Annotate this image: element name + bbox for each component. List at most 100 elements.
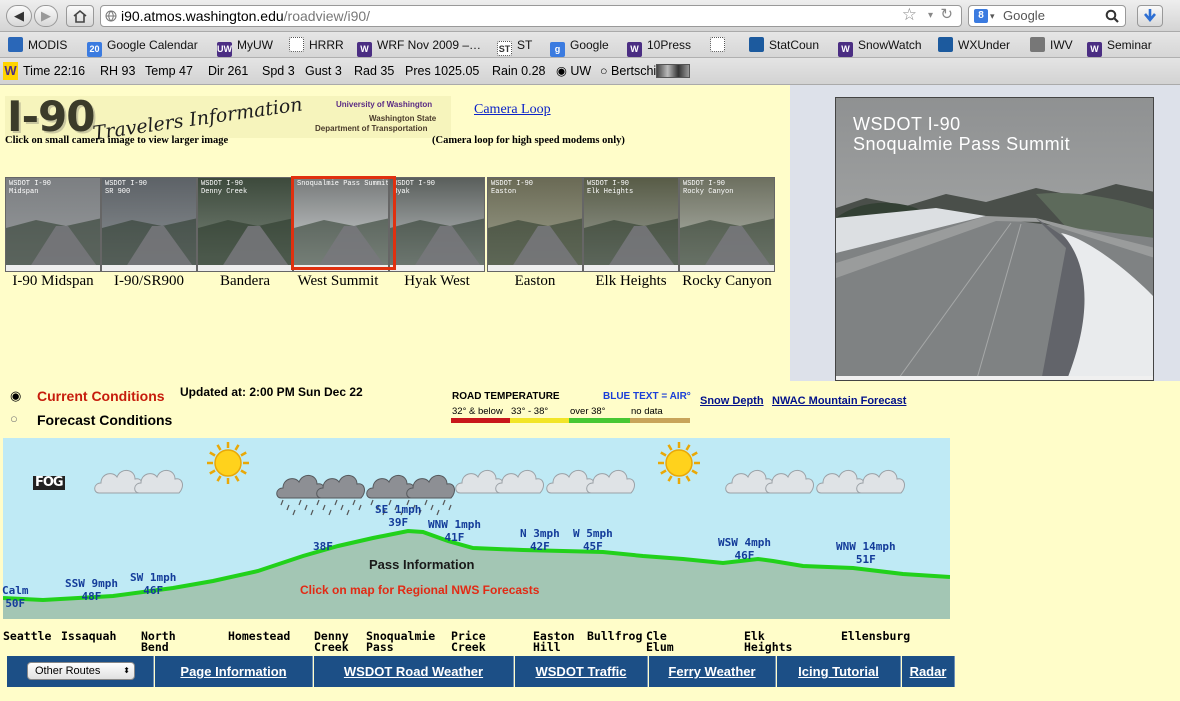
pass-information-label[interactable]: Pass Information bbox=[369, 557, 474, 572]
city-label[interactable]: Bullfrog bbox=[587, 630, 642, 642]
camera-label[interactable]: Easton bbox=[487, 272, 583, 291]
observation-7[interactable]: W 5mph 45F bbox=[573, 527, 613, 553]
wx-gust: Gust 3 bbox=[305, 64, 342, 78]
download-button[interactable] bbox=[1137, 5, 1163, 27]
forward-button[interactable]: ▶ bbox=[34, 5, 58, 27]
observation-wind: WSW 4mph bbox=[718, 536, 771, 549]
bookmark-label: ST bbox=[517, 38, 533, 52]
observation-3[interactable]: 38F bbox=[313, 540, 333, 553]
camera-label[interactable]: I-90 Midspan bbox=[0, 272, 106, 291]
observation-wind: WNW 1mph bbox=[428, 518, 481, 531]
magnifier-icon[interactable] bbox=[1105, 9, 1119, 23]
camera-thumb-elk-heights[interactable]: WSDOT I-90 Elk Heights bbox=[583, 177, 679, 272]
pass-profile-map[interactable]: FOG Pass Information Click on map for Re… bbox=[2, 438, 950, 619]
camera-thumb-hyak-west[interactable]: WSDOT I-90 Hyak bbox=[389, 177, 485, 272]
engine-dropdown-icon[interactable]: ▾ bbox=[990, 6, 995, 26]
wx-time: Time 22:16 bbox=[23, 64, 86, 78]
camera-loop-link[interactable]: Camera Loop bbox=[474, 102, 551, 118]
nav-radar[interactable]: Radar bbox=[902, 656, 955, 687]
observation-2[interactable]: SW 1mph 46F bbox=[130, 571, 176, 597]
nws-forecast-hint[interactable]: Click on map for Regional NWS Forecasts bbox=[300, 583, 539, 597]
bookmark-label: 10Press bbox=[647, 38, 692, 52]
camera-thumb-i-90-midspan[interactable]: WSDOT I-90 Midspan bbox=[5, 177, 101, 272]
city-label[interactable]: Seattle bbox=[3, 630, 51, 642]
webcam-thumbnail[interactable] bbox=[656, 64, 690, 78]
camera-thumb-bandera[interactable]: WSDOT I-90 Denny Creek bbox=[197, 177, 293, 272]
current-conditions-label[interactable]: Current Conditions bbox=[37, 388, 165, 404]
observation-6[interactable]: N 3mph 42F bbox=[520, 527, 560, 553]
snow-depth-link[interactable]: Snow Depth bbox=[700, 395, 764, 407]
bookmark-seminar[interactable]: W Seminar bbox=[1087, 36, 1152, 57]
bookmark-modis[interactable]: MODIS bbox=[8, 36, 67, 54]
radio-forecast-conditions[interactable]: ○ bbox=[10, 411, 18, 426]
nav-icing-tutorial[interactable]: Icing Tutorial bbox=[777, 656, 901, 687]
observation-5[interactable]: WNW 1mph 41F bbox=[428, 518, 481, 544]
city-label[interactable]: Price Creek bbox=[451, 630, 486, 653]
bookmark-wrf-nov-2009[interactable]: W WRF Nov 2009 –… bbox=[357, 36, 481, 57]
home-button[interactable] bbox=[66, 5, 94, 27]
bookmark-google[interactable]: g Google bbox=[550, 36, 609, 57]
camera-overlay-text: WSDOT I-90 Midspan bbox=[9, 180, 52, 196]
bookmark-star-icon[interactable]: ☆ bbox=[902, 5, 917, 25]
updated-timestamp: Updated at: 2:00 PM Sun Dec 22 bbox=[180, 385, 363, 399]
nav-ferry-weather[interactable]: Ferry Weather bbox=[649, 656, 776, 687]
city-label[interactable]: Easton Hill bbox=[533, 630, 575, 653]
observation-temp: 38F bbox=[313, 540, 333, 553]
nwac-forecast-link[interactable]: NWAC Mountain Forecast bbox=[772, 395, 906, 407]
nav-wsdot-road-weather[interactable]: WSDOT Road Weather bbox=[314, 656, 514, 687]
large-camera-subtitle: Snoqualmie Pass Summit bbox=[853, 134, 1071, 154]
city-label[interactable]: Cle Elum bbox=[646, 630, 674, 653]
city-label[interactable]: Homestead bbox=[228, 630, 290, 642]
camera-thumb-rocky-canyon[interactable]: WSDOT I-90 Rocky Canyon bbox=[679, 177, 775, 272]
radio-uw[interactable]: ◉ UW bbox=[556, 58, 591, 85]
observation-8[interactable]: WSW 4mph 46F bbox=[718, 536, 771, 562]
radio-current-conditions[interactable]: ◉ bbox=[10, 388, 21, 404]
city-label[interactable]: Snoqualmie Pass bbox=[366, 630, 435, 653]
bookmark-10press[interactable]: W 10Press bbox=[627, 36, 692, 57]
observation-temp: 41F bbox=[444, 531, 465, 544]
camera-label[interactable]: Rocky Canyon bbox=[679, 272, 775, 291]
nav-page-information[interactable]: Page Information bbox=[155, 656, 313, 687]
camera-label[interactable]: Bandera bbox=[197, 272, 293, 291]
dropdown-arrow-icon[interactable]: ▾ bbox=[928, 6, 933, 26]
radio-bertschi[interactable]: ○ Bertschi bbox=[600, 58, 656, 85]
observation-0[interactable]: Calm 50F bbox=[2, 584, 29, 610]
select-arrows-icon: ⬍ bbox=[123, 666, 130, 675]
large-camera-image[interactable]: WSDOT I-90 Snoqualmie Pass Summit bbox=[835, 97, 1154, 381]
google-engine-icon[interactable]: 8 bbox=[974, 9, 988, 23]
sun-icon bbox=[657, 441, 701, 485]
bookmark-blank[interactable] bbox=[710, 36, 730, 54]
city-label[interactable]: Denny Creek bbox=[314, 630, 349, 653]
bookmark-wxunder[interactable]: WXUnder bbox=[938, 36, 1010, 54]
observation-wind: SW 1mph bbox=[130, 571, 177, 584]
city-label[interactable]: Ellensburg bbox=[841, 630, 910, 642]
bookmark-hrrr[interactable]: HRRR bbox=[289, 36, 344, 54]
camera-thumb-i-90-sr900[interactable]: WSDOT I-90 SR 900 bbox=[101, 177, 197, 272]
camera-label[interactable]: West Summit bbox=[290, 272, 386, 291]
camera-label[interactable]: Hyak West bbox=[389, 272, 485, 291]
uw-icon: UW bbox=[217, 42, 232, 57]
camera-label[interactable]: I-90/SR900 bbox=[101, 272, 197, 291]
city-label[interactable]: Issaquah bbox=[61, 630, 116, 642]
back-button[interactable]: ◀ bbox=[6, 5, 32, 27]
bookmark-statcoun[interactable]: StatCoun bbox=[749, 36, 819, 54]
forecast-conditions-label[interactable]: Forecast Conditions bbox=[37, 412, 172, 428]
search-box[interactable]: 8 ▾ Google bbox=[968, 5, 1126, 27]
bookmark-myuw[interactable]: UW MyUW bbox=[217, 36, 273, 57]
observation-4[interactable]: SE 1mph 39F bbox=[375, 503, 421, 529]
bookmark-snowwatch[interactable]: W SnowWatch bbox=[838, 36, 922, 57]
camera-label[interactable]: Elk Heights bbox=[583, 272, 679, 291]
observation-1[interactable]: SSW 9mph 48F bbox=[65, 577, 118, 603]
other-routes-select[interactable]: Other Routes ⬍ bbox=[27, 662, 135, 680]
nav-wsdot-traffic[interactable]: WSDOT Traffic bbox=[515, 656, 648, 687]
camera-thumb-easton[interactable]: WSDOT I-90 Easton bbox=[487, 177, 583, 272]
reload-icon[interactable]: ↻ bbox=[940, 5, 953, 25]
address-bar[interactable]: i90.atmos.washington.edu/roadview/i90/ ☆… bbox=[100, 5, 962, 27]
city-label[interactable]: North Bend bbox=[141, 630, 176, 653]
bookmark-google-calendar[interactable]: 20 Google Calendar bbox=[87, 36, 198, 57]
bookmark-iwv[interactable]: IWV bbox=[1030, 36, 1073, 54]
city-label[interactable]: Elk Heights bbox=[744, 630, 792, 653]
bookmark-st[interactable]: ST ST bbox=[497, 36, 533, 56]
observation-9[interactable]: WNW 14mph 51F bbox=[836, 540, 896, 566]
bookmark-label: WXUnder bbox=[958, 38, 1011, 52]
